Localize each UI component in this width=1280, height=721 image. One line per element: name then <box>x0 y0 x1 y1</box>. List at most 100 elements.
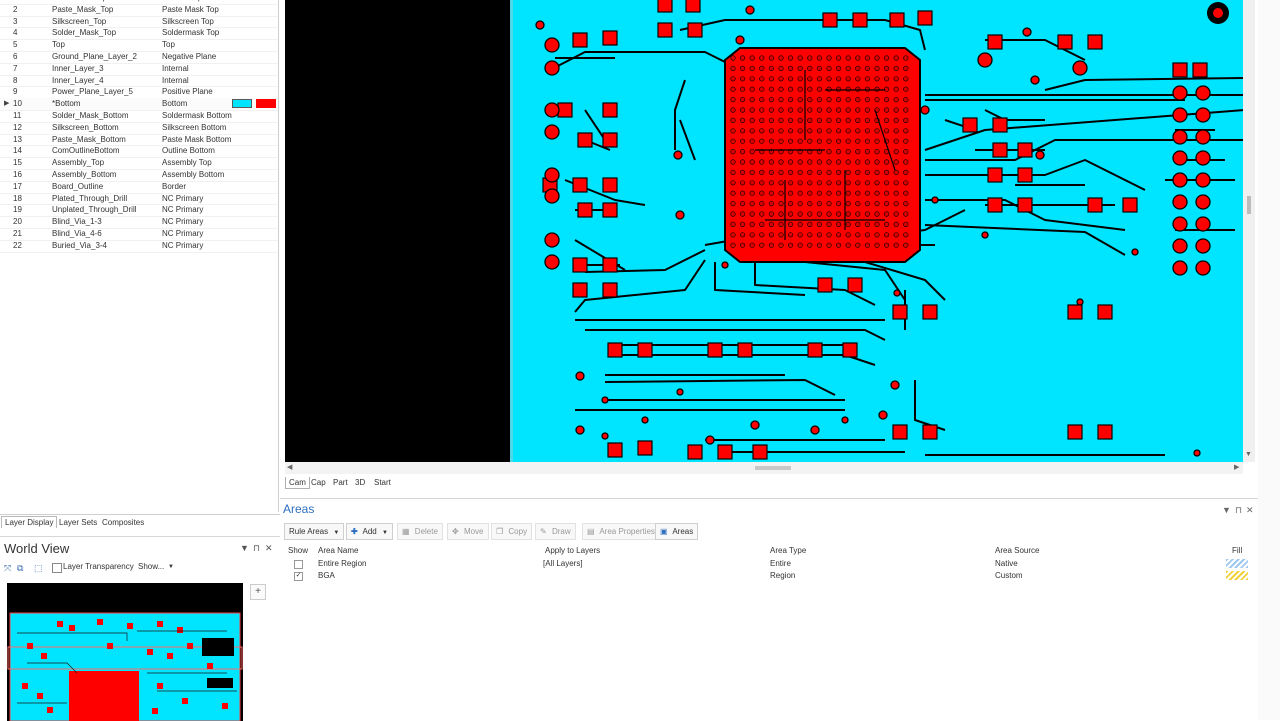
layer-number: 13 <box>13 134 22 144</box>
add-icon: ✚ <box>351 527 358 536</box>
layer-number: 3 <box>13 16 18 26</box>
draw-button[interactable]: ✎ Draw <box>535 523 576 540</box>
add-icon[interactable]: + <box>250 584 266 600</box>
layer-type: NC Primary <box>162 205 204 215</box>
layer-number: 11 <box>13 111 22 120</box>
add-button[interactable]: ✚ Add ▼ <box>346 523 393 540</box>
copy-icon: ❐ <box>496 527 504 536</box>
column-fill[interactable]: Fill <box>1232 546 1242 555</box>
areas-panel: Areas ▼ ⊓ ✕ Rule Areas ▼ ✚ Add ▼ ▦ Delet… <box>280 498 1258 721</box>
close-icon[interactable]: ✕ <box>1246 505 1254 516</box>
right-edge-strip <box>1258 0 1280 720</box>
layer-type: Silkscreen Top <box>162 16 214 26</box>
layer-row[interactable]: 22 Buried_Via_3-4 NC Primary <box>0 240 278 253</box>
expand-arrow-icon[interactable]: ▶ <box>4 98 9 110</box>
area-type-cell: Entire <box>770 559 791 568</box>
world-view-thumbnail[interactable] <box>7 583 243 721</box>
column-apply-to-layers[interactable]: Apply to Layers <box>545 546 600 555</box>
fit-icon[interactable]: ⬚ <box>34 563 43 574</box>
layer-name: Silkscreen_Top <box>52 16 107 26</box>
tab-layer-display[interactable]: Layer Display <box>1 516 58 528</box>
tab-layer-sets[interactable]: Layer Sets <box>56 517 100 528</box>
pan-icon[interactable]: ⧉ <box>17 563 23 574</box>
layer-number: 22 <box>13 240 22 250</box>
layer-name: *Bottom <box>52 99 81 109</box>
table-row[interactable]: Entire Region [All Layers] Entire Native <box>280 558 1258 569</box>
layer-name: Ground_Plane_Layer_2 <box>52 52 137 61</box>
layer-number: 10 <box>13 99 22 109</box>
show-dropdown[interactable]: Show... <box>138 562 164 571</box>
area-type-cell: Region <box>770 571 796 580</box>
layer-name: Blind_Via_4-6 <box>52 229 102 238</box>
layer-name: Solder_Mask_Top <box>52 28 117 38</box>
layer-number: 18 <box>13 193 22 203</box>
layer-number: 2 <box>13 4 18 14</box>
layer-number: 6 <box>13 52 18 61</box>
layer-name: Paste_Mask_Bottom <box>52 134 126 144</box>
scroll-right-icon[interactable]: ▶ <box>1234 463 1239 471</box>
rule-areas-label: Rule Areas <box>289 527 329 536</box>
area-properties-button[interactable]: ▤ Area Properties <box>582 523 660 540</box>
layer-color-swatch[interactable] <box>232 99 252 109</box>
pin-icon[interactable]: ⊓ <box>1235 505 1242 516</box>
properties-icon: ▤ <box>587 527 595 536</box>
tab-cap[interactable]: Cap <box>308 477 329 488</box>
scroll-left-icon[interactable]: ◀ <box>287 463 292 471</box>
column-area-type[interactable]: Area Type <box>770 546 806 555</box>
column-show[interactable]: Show <box>288 546 308 555</box>
copy-button[interactable]: ❐ Copy <box>491 523 533 540</box>
tab-part[interactable]: Part <box>330 477 351 488</box>
fill-pattern-icon[interactable] <box>1226 571 1248 580</box>
tab-cam[interactable]: Cam <box>285 477 310 489</box>
table-row[interactable]: ✓ BGA Region Custom <box>280 570 1258 581</box>
canvas-horizontal-scrollbar[interactable]: ◀ ▶ <box>285 462 1243 474</box>
vertical-scroll-thumb[interactable] <box>1247 196 1251 214</box>
delete-label: Delete <box>414 527 438 536</box>
show-checkbox[interactable] <box>294 560 303 569</box>
layer-number: 9 <box>13 87 18 97</box>
layer-number: 16 <box>13 170 22 179</box>
rule-areas-dropdown[interactable]: Rule Areas ▼ <box>284 523 345 540</box>
show-checkbox[interactable]: ✓ <box>294 572 303 581</box>
layer-number: 4 <box>13 28 18 38</box>
layer-color-swatch[interactable] <box>256 99 276 109</box>
pcb-board-render[interactable] <box>285 0 1243 462</box>
draw-label: Draw <box>551 527 571 536</box>
layer-name: Assembly_Top <box>52 158 105 168</box>
apply-to-layers-cell: [All Layers] <box>543 559 583 568</box>
dropdown-arrow-icon[interactable]: ▼ <box>240 543 249 553</box>
move-icon: ✥ <box>452 527 459 536</box>
layer-name: Solder_Mask_Bottom <box>52 111 129 120</box>
layer-number: 8 <box>13 75 18 85</box>
tab-composites[interactable]: Composites <box>99 517 147 528</box>
areas-button[interactable]: ▣ Areas <box>655 523 699 540</box>
scroll-down-icon[interactable]: ▼ <box>1245 451 1252 458</box>
dropdown-arrow-icon[interactable]: ▼ <box>1222 505 1231 515</box>
layer-name: Power_Plane_Layer_5 <box>52 87 133 97</box>
area-source-cell: Custom <box>995 571 1023 580</box>
horizontal-scroll-thumb[interactable] <box>755 466 791 470</box>
pin-icon[interactable]: ⊓ <box>253 543 260 554</box>
pcb-canvas[interactable] <box>285 0 1243 462</box>
tab-start[interactable]: Start <box>371 477 394 488</box>
dropdown-arrow-icon[interactable]: ▼ <box>168 564 174 570</box>
layer-number: 21 <box>13 229 22 238</box>
layer-type: Negative Plane <box>162 52 217 61</box>
move-label: Move <box>463 527 484 536</box>
layer-type: Internal <box>162 75 189 85</box>
close-icon[interactable]: ✕ <box>265 543 273 554</box>
tab-3d[interactable]: 3D <box>352 477 368 488</box>
fill-pattern-icon[interactable] <box>1226 559 1248 568</box>
layer-transparency-checkbox[interactable] <box>52 563 62 573</box>
delete-button[interactable]: ▦ Delete <box>397 523 443 540</box>
canvas-vertical-scrollbar[interactable]: ▼ <box>1243 0 1255 462</box>
layer-type: Assembly Top <box>162 158 212 168</box>
dropdown-arrow-icon: ▼ <box>381 530 388 536</box>
zoom-icon[interactable]: ⤧ <box>4 563 11 574</box>
layer-name: Silkscreen_Bottom <box>52 122 119 132</box>
layer-name: Assembly_Bottom <box>52 170 117 179</box>
column-area-source[interactable]: Area Source <box>995 546 1039 555</box>
move-button[interactable]: ✥ Move <box>447 523 489 540</box>
column-area-name[interactable]: Area Name <box>318 546 358 555</box>
layer-type: NC Primary <box>162 229 204 238</box>
